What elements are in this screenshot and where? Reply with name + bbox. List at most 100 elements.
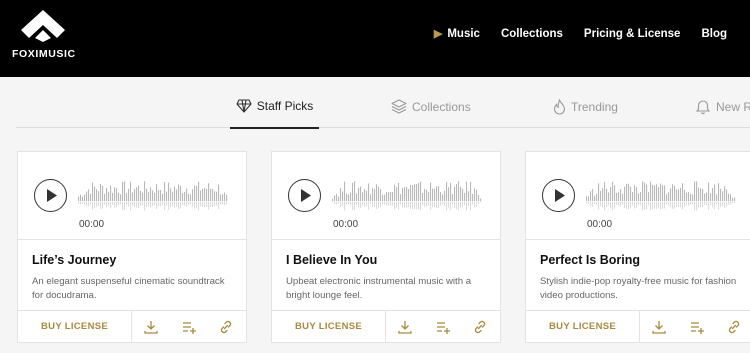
waveform-bar [682, 183, 684, 201]
waveform[interactable] [586, 179, 736, 213]
waveform-bar [600, 190, 602, 201]
waveform-reflection [122, 201, 124, 211]
track-title[interactable]: Perfect Is Boring [540, 253, 640, 267]
waveform-reflection [656, 201, 658, 210]
waveform-reflection [410, 201, 412, 209]
foximusic-logo[interactable]: FOXIMUSIC [12, 10, 78, 62]
link-icon[interactable] [472, 319, 488, 335]
waveform-bar [170, 188, 172, 201]
waveform-bar [334, 195, 336, 201]
add-to-playlist-icon[interactable] [435, 319, 451, 335]
waveform-bar [406, 186, 408, 201]
waveform-bar [226, 194, 228, 201]
waveform-bar [698, 187, 700, 201]
waveform-bar [700, 188, 702, 201]
tab-staff-picks[interactable]: Staff Picks [230, 85, 319, 129]
waveform-reflection [722, 201, 724, 206]
waveform-bar [628, 183, 630, 201]
waveform-bar [112, 192, 114, 201]
waveform-reflection [398, 201, 400, 210]
waveform-bar [180, 185, 182, 201]
waveform-reflection [400, 201, 402, 205]
tab-new-releases[interactable]: New R [695, 85, 750, 128]
waveform-bar [374, 189, 376, 201]
buy-license-button[interactable]: BUY LICENSE [272, 311, 386, 342]
waveform-bar [86, 191, 88, 201]
buy-license-button[interactable]: BUY LICENSE [18, 311, 132, 342]
waveform-reflection [118, 201, 120, 206]
waveform-bar [204, 188, 206, 201]
waveform-bar [114, 187, 116, 201]
track-actions: BUY LICENSE [18, 310, 246, 342]
track-actions: BUY LICENSE [526, 310, 750, 342]
download-icon[interactable] [651, 319, 667, 335]
waveform-bar [84, 194, 86, 201]
waveform-reflection [468, 201, 470, 206]
waveform-reflection [472, 201, 474, 205]
waveform-reflection [630, 201, 632, 208]
waveform-bar [176, 189, 178, 201]
waveform-reflection [452, 201, 454, 205]
nav-item-music[interactable]: ▶ Music [434, 27, 480, 41]
tab-trending[interactable]: Trending [553, 85, 618, 128]
waveform-bar [218, 184, 220, 201]
waveform-bar [686, 192, 688, 201]
tab-label: Staff Picks [256, 99, 314, 113]
link-icon[interactable] [726, 319, 742, 335]
waveform-reflection [338, 201, 340, 204]
waveform-bar [190, 194, 192, 201]
waveform-bar [674, 185, 676, 201]
track-title[interactable]: Life’s Journey [32, 253, 116, 267]
tab-label: Collections [412, 99, 471, 114]
nav-item-pricing-license[interactable]: Pricing & License [584, 28, 681, 40]
waveform-bar [602, 188, 604, 201]
waveform-bar [650, 181, 652, 201]
waveform-bar [196, 185, 198, 201]
play-button[interactable] [542, 179, 575, 212]
waveform-bar [646, 184, 648, 201]
nav-item-collections[interactable]: Collections [501, 28, 563, 40]
buy-license-button[interactable]: BUY LICENSE [526, 311, 640, 342]
waveform-reflection [714, 201, 716, 209]
waveform-reflection [362, 201, 364, 206]
waveform-reflection [380, 201, 382, 207]
waveform[interactable] [78, 179, 228, 213]
waveform-bar [410, 184, 412, 201]
waveform-reflection [636, 201, 638, 208]
tab-label: Trending [571, 99, 618, 114]
waveform-bar [680, 187, 682, 201]
waveform-bar [428, 191, 430, 201]
waveform-bar [476, 189, 478, 201]
waveform-bar [620, 189, 622, 201]
play-button[interactable] [288, 179, 321, 212]
waveform-bar [134, 189, 136, 201]
download-icon[interactable] [143, 319, 159, 335]
waveform-bar [200, 190, 202, 201]
waveform-bar [164, 182, 166, 201]
waveform-reflection [734, 201, 736, 204]
waveform-bar [436, 186, 438, 201]
waveform-bar [702, 189, 704, 201]
waveform-reflection [590, 201, 592, 206]
waveform-reflection [344, 201, 346, 211]
track-title[interactable]: I Believe In You [286, 253, 377, 267]
waveform-reflection [222, 201, 224, 205]
tab-collections[interactable]: Collections [391, 85, 471, 128]
waveform-reflection [152, 201, 154, 207]
waveform-reflection [424, 201, 426, 207]
waveform-reflection [162, 201, 164, 205]
waveform-bar [96, 189, 98, 201]
waveform[interactable] [332, 179, 482, 213]
play-button[interactable] [34, 179, 67, 212]
waveform-bar [388, 192, 390, 201]
download-icon[interactable] [397, 319, 413, 335]
waveform-reflection [614, 201, 616, 209]
add-to-playlist-icon[interactable] [181, 319, 197, 335]
waveform-reflection [406, 201, 408, 208]
link-icon[interactable] [218, 319, 234, 335]
add-to-playlist-icon[interactable] [689, 319, 705, 335]
waveform-bar [122, 181, 124, 201]
nav-item-blog[interactable]: Blog [701, 28, 727, 40]
waveform-reflection [370, 201, 372, 205]
waveform-bar [430, 182, 432, 201]
